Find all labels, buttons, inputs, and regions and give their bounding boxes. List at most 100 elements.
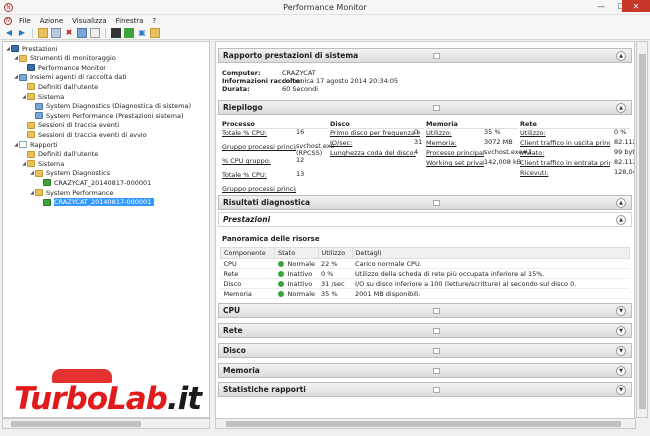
tree-item[interactable]: ◢ Sistema: [21, 92, 64, 101]
section-disco[interactable]: Disco ▼: [218, 343, 632, 358]
folder-icon: [27, 150, 35, 158]
properties-icon[interactable]: [51, 27, 61, 38]
expand-icon[interactable]: ▼: [616, 326, 626, 336]
expand-icon[interactable]: ▼: [616, 346, 626, 356]
copy-icon[interactable]: [433, 387, 440, 393]
tree-item[interactable]: ◢ Insiemi agenti di raccolta dati: [13, 73, 127, 82]
tree-item-label: Definiti dall'utente: [38, 82, 99, 91]
delete-icon[interactable]: ✖: [64, 28, 74, 38]
settings-icon: [35, 112, 43, 120]
forward-icon[interactable]: ▶: [17, 28, 27, 38]
cell-det: Utilizzo della scheda di rete più occupa…: [352, 268, 630, 279]
monitor-icon: [11, 45, 19, 52]
copy-icon[interactable]: [433, 53, 440, 59]
tree-item[interactable]: Sessioni di traccia eventi di avvio: [21, 130, 147, 139]
back-icon[interactable]: ◀: [4, 28, 14, 38]
cell-uso: 0 %: [318, 268, 353, 279]
tree-item-label: CRAZYCAT_20140817-000001: [54, 178, 152, 187]
tree-item[interactable]: Definiti dall'utente: [21, 82, 98, 91]
scroll-thumb[interactable]: [639, 54, 646, 409]
tree-item-label: Definiti dall'utente: [38, 150, 99, 159]
section-prestazioni[interactable]: Prestazioni ▲: [218, 212, 632, 227]
copy-icon[interactable]: [433, 368, 440, 374]
close-button[interactable]: ✕: [622, 0, 650, 12]
tree-item[interactable]: ◢ Rapporti: [13, 140, 58, 149]
section-rete[interactable]: Rete ▼: [218, 323, 632, 338]
menu-azione[interactable]: Azione: [40, 17, 63, 25]
refresh-icon[interactable]: [90, 27, 100, 38]
tree-item[interactable]: ◢ System Diagnostics: [29, 169, 110, 178]
summary-head-disco: Disco: [330, 120, 424, 129]
menu-visualizza[interactable]: Visualizza: [72, 17, 106, 25]
copy-icon[interactable]: [433, 328, 440, 334]
col-stato[interactable]: Stato: [274, 247, 319, 259]
console-icon[interactable]: [111, 27, 121, 38]
scroll-thumb[interactable]: [226, 421, 621, 427]
report-horizontal-scrollbar[interactable]: [215, 418, 636, 429]
cell-comp: Rete: [220, 268, 275, 279]
tree-item[interactable]: ◢ Prestazioni: [5, 44, 57, 53]
export-icon[interactable]: [77, 27, 87, 38]
menu-file[interactable]: File: [19, 17, 31, 25]
tree-item[interactable]: ◢ Sistema: [21, 159, 64, 168]
summary-label: Client traffico in entrata principale:: [520, 159, 610, 167]
expand-icon[interactable]: ▼: [616, 366, 626, 376]
section-report-header[interactable]: Rapporto prestazioni di sistema ▲: [218, 48, 632, 63]
title-bar: N Performance Monitor — ☐ ✕: [0, 0, 650, 15]
menu-finestra[interactable]: Finestra: [116, 17, 144, 25]
tree-item-label: System Performance (Prestazioni sistema): [46, 111, 184, 120]
save-icon[interactable]: ▣: [137, 28, 147, 38]
section-summary[interactable]: Riepilogo ▲: [218, 100, 632, 115]
section-statistiche[interactable]: Statistiche rapporti ▼: [218, 382, 632, 397]
report-icon[interactable]: [124, 27, 134, 38]
tree-item[interactable]: ◢ Strumenti di monitoraggio: [13, 54, 116, 63]
vertical-scrollbar[interactable]: [636, 41, 648, 418]
section-title: Memoria: [223, 366, 260, 375]
summary-label: Ricevuti:: [520, 169, 549, 177]
copy-icon[interactable]: [433, 105, 440, 111]
tree-item-label: Sessioni di traccia eventi: [38, 121, 120, 130]
section-diagnostics[interactable]: Risultati diagnostica ▲: [218, 195, 632, 210]
copy-icon[interactable]: [433, 348, 440, 354]
collapse-icon[interactable]: ▲: [616, 103, 626, 113]
tree-horizontal-scrollbar[interactable]: [2, 418, 210, 429]
tree-item[interactable]: System Diagnostics (Diagnostica di siste…: [29, 102, 191, 111]
cell-uso: 35 %: [318, 288, 353, 299]
expand-icon[interactable]: ▼: [616, 385, 626, 395]
report-title: Rapporto prestazioni di sistema: [223, 51, 359, 60]
summary-title: Riepilogo: [223, 103, 263, 112]
col-utilizzo[interactable]: Utilizzo: [317, 247, 353, 259]
col-componente[interactable]: Componente: [220, 247, 275, 259]
tree-item[interactable]: Performance Monitor: [21, 63, 106, 72]
window-title: Performance Monitor: [283, 3, 367, 12]
navigation-tree[interactable]: ◢ Prestazioni ◢ Strumenti di monitoraggio Pe…: [2, 41, 210, 418]
copy-icon[interactable]: [433, 308, 440, 314]
folder-icon: [35, 189, 43, 196]
tree-item[interactable]: Sessioni di traccia eventi: [21, 121, 119, 130]
tree-item[interactable]: CRAZYCAT_20140817-000001: [37, 198, 155, 207]
col-dettagli[interactable]: Dettagli: [351, 247, 631, 259]
tree-item[interactable]: ◢ System Performance: [29, 188, 113, 197]
open-folder-icon[interactable]: [150, 27, 160, 38]
tree-item[interactable]: System Performance (Prestazioni sistema): [29, 111, 184, 120]
collapse-icon[interactable]: ▲: [616, 51, 626, 61]
menu-help[interactable]: ?: [152, 17, 156, 25]
scroll-thumb[interactable]: [11, 421, 141, 427]
collapse-icon[interactable]: ▲: [616, 198, 626, 208]
expand-icon[interactable]: ▼: [616, 306, 626, 316]
tree-item-label: Strumenti di monitoraggio: [30, 54, 116, 63]
summary-label: Totale % CPU:: [222, 171, 267, 179]
cell-comp: Memoria: [220, 288, 275, 299]
minimize-button[interactable]: —: [591, 0, 611, 12]
copy-icon[interactable]: [433, 200, 440, 206]
cell-text: Carico normale CPU.: [355, 259, 422, 268]
folder-icon[interactable]: [38, 27, 48, 38]
menu-app-icon[interactable]: N: [4, 16, 12, 25]
section-cpu[interactable]: CPU ▼: [218, 303, 632, 318]
section-memoria[interactable]: Memoria ▼: [218, 363, 632, 378]
tree-item[interactable]: CRAZYCAT_20140817-000001: [37, 178, 151, 187]
cell-text: 0 %: [321, 269, 334, 278]
tree-item-label: Prestazioni: [22, 44, 58, 53]
collapse-icon[interactable]: ▲: [616, 215, 626, 225]
tree-item[interactable]: Definiti dall'utente: [21, 150, 98, 159]
